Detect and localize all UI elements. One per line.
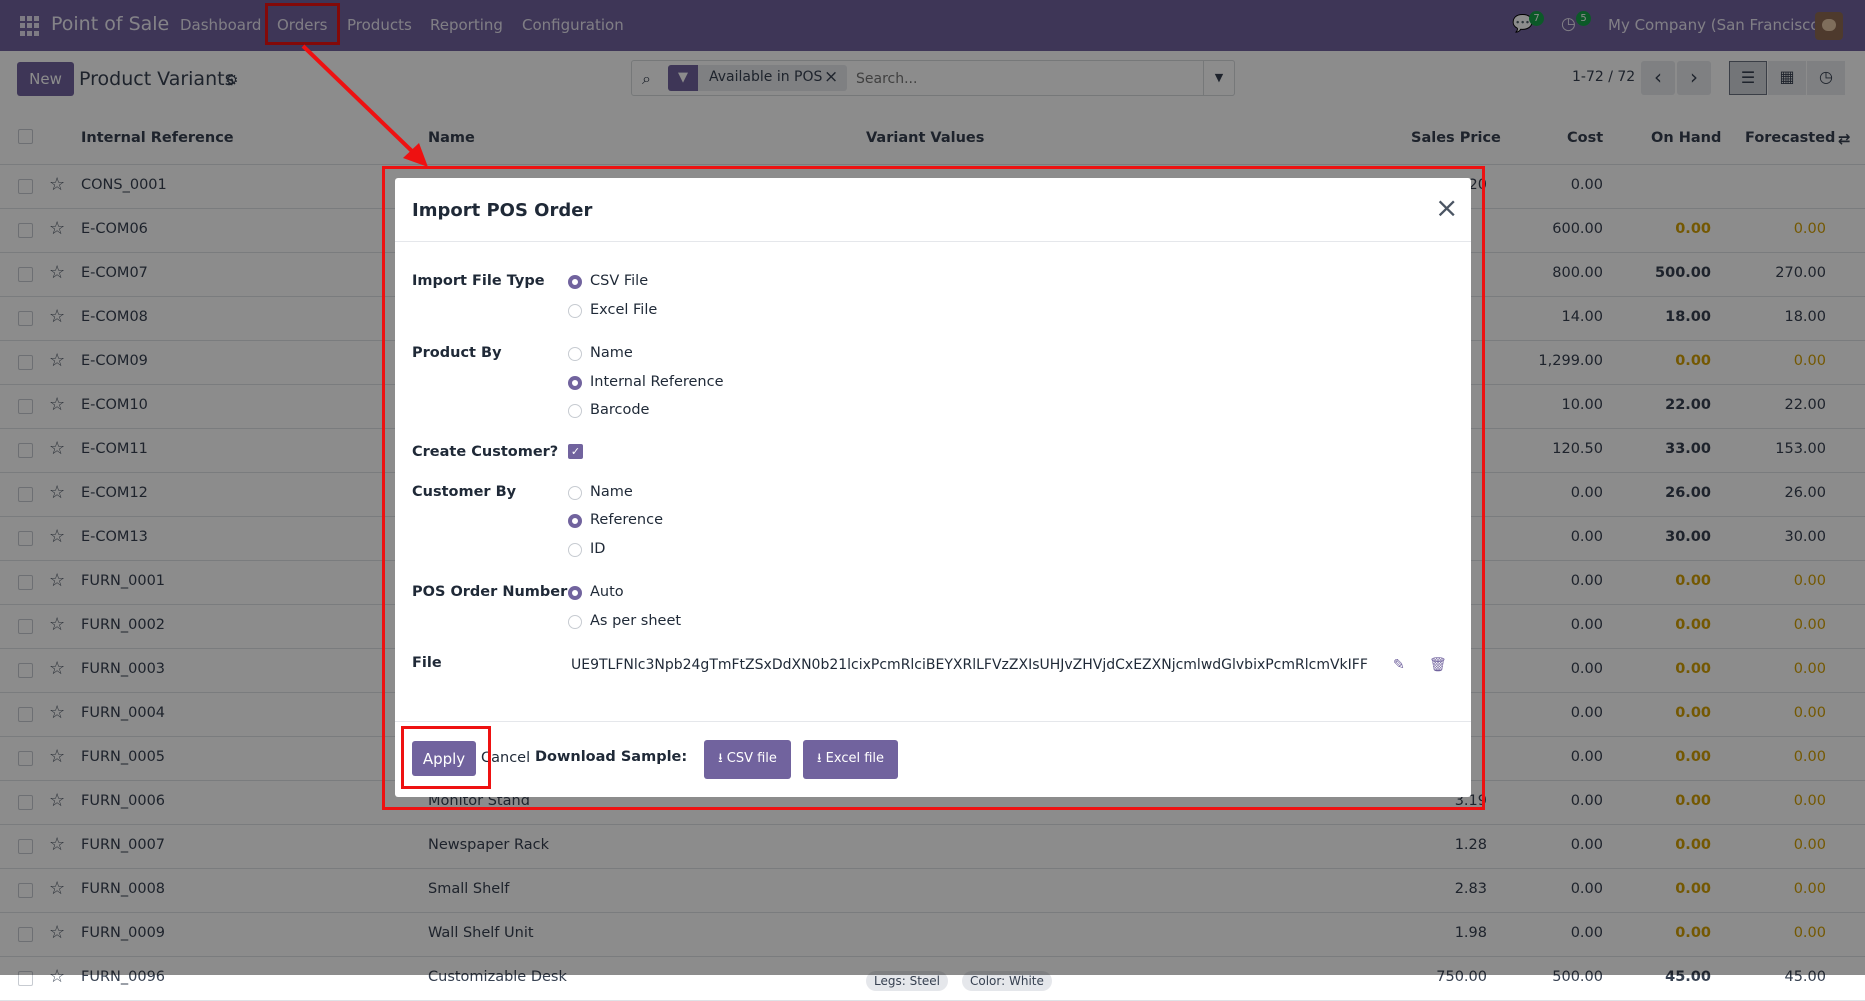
apply-highlight-box [401,726,491,789]
dialog-highlight-box [382,166,1485,810]
